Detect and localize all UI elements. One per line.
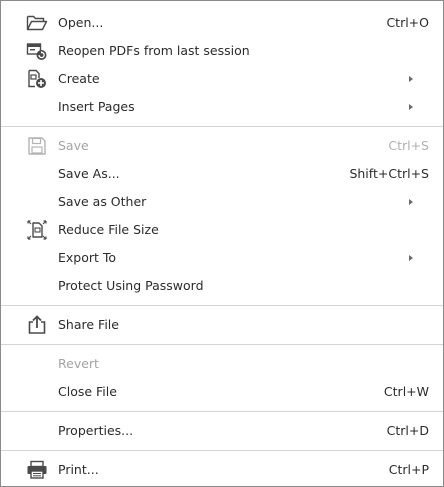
menu-item-reopen[interactable]: Reopen PDFs from last session	[1, 37, 443, 65]
menu-separator	[1, 305, 443, 306]
submenu-arrow-icon	[409, 199, 413, 205]
menu-item-label: Reopen PDFs from last session	[58, 43, 250, 58]
menu-item-label: Open...	[58, 15, 104, 30]
menu-item-shortcut: Ctrl+O	[386, 15, 429, 30]
menu-item-shortcut: Ctrl+D	[386, 423, 429, 438]
reduce-file-size-icon	[25, 219, 49, 241]
menu-item-shortcut: Ctrl+W	[383, 384, 429, 399]
menu-item-close-file[interactable]: Close File Ctrl+W	[1, 378, 443, 406]
submenu-arrow-icon	[409, 255, 413, 261]
menu-item-save-as-other[interactable]: Save as Other	[1, 188, 443, 216]
menu-item-label: Print...	[58, 462, 99, 477]
menu-item-label: Close File	[58, 384, 117, 399]
menu-item-save[interactable]: Save Ctrl+S	[1, 132, 443, 160]
menu-item-create[interactable]: Create	[1, 65, 443, 93]
menu-item-label: Save	[58, 138, 89, 153]
create-pdf-icon	[25, 68, 49, 90]
menu-item-label: Reduce File Size	[58, 222, 159, 237]
submenu-arrow-icon	[409, 104, 413, 110]
open-folder-icon	[25, 12, 49, 34]
menu-item-shortcut: Ctrl+S	[388, 138, 429, 153]
menu-item-save-as[interactable]: Save As... Shift+Ctrl+S	[1, 160, 443, 188]
menu-item-revert[interactable]: Revert	[1, 350, 443, 378]
menu-item-reduce-file-size[interactable]: Reduce File Size	[1, 216, 443, 244]
menu-item-label: Insert Pages	[58, 99, 135, 114]
reopen-session-icon	[25, 40, 49, 62]
menu-item-export-to[interactable]: Export To	[1, 244, 443, 272]
menu-item-shortcut: Ctrl+P	[388, 462, 429, 477]
menu-item-label: Export To	[58, 250, 117, 265]
file-menu: Open... Ctrl+O Reopen PDFs from last ses…	[0, 0, 444, 487]
printer-icon	[25, 459, 49, 481]
menu-item-open[interactable]: Open... Ctrl+O	[1, 9, 443, 37]
save-disk-icon	[25, 135, 49, 157]
menu-separator	[1, 344, 443, 345]
menu-item-shortcut: Shift+Ctrl+S	[349, 166, 429, 181]
menu-item-label: Share File	[58, 317, 119, 332]
menu-item-label: Create	[58, 71, 100, 86]
menu-item-label: Properties...	[58, 423, 134, 438]
share-icon	[25, 314, 49, 336]
menu-item-label: Save As...	[58, 166, 120, 181]
menu-item-label: Revert	[58, 356, 99, 371]
menu-separator	[1, 126, 443, 127]
submenu-arrow-icon	[409, 76, 413, 82]
menu-separator	[1, 411, 443, 412]
menu-item-share-file[interactable]: Share File	[1, 311, 443, 339]
menu-item-print[interactable]: Print... Ctrl+P	[1, 456, 443, 484]
menu-item-label: Save as Other	[58, 194, 147, 209]
menu-item-label: Protect Using Password	[58, 278, 204, 293]
menu-item-properties[interactable]: Properties... Ctrl+D	[1, 417, 443, 445]
menu-item-insert-pages[interactable]: Insert Pages	[1, 93, 443, 121]
menu-item-protect-password[interactable]: Protect Using Password	[1, 272, 443, 300]
menu-separator	[1, 450, 443, 451]
